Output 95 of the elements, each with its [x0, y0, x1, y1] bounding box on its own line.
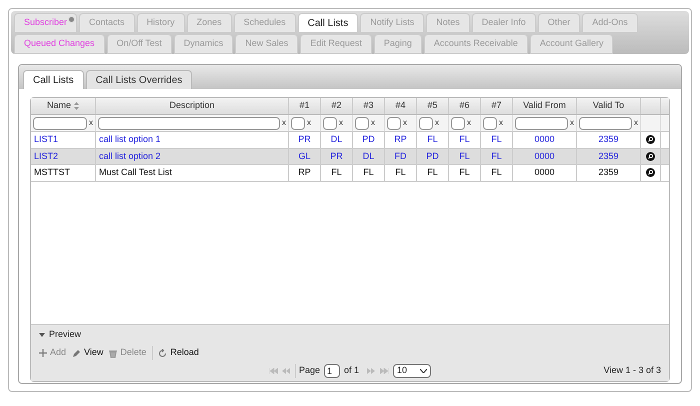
- filter-field[interactable]: [98, 116, 280, 130]
- clear-filter-button[interactable]: x: [307, 117, 311, 129]
- table-cell-text: PR: [330, 150, 343, 162]
- filter-field[interactable]: [291, 116, 305, 130]
- clear-filter-button[interactable]: x: [89, 117, 93, 129]
- search-icon[interactable]: [646, 152, 655, 161]
- tab[interactable]: Call Lists Overrides: [86, 70, 192, 89]
- table-cell-text: PD: [426, 150, 439, 162]
- table-cell-text: FL: [331, 166, 342, 179]
- clear-filter-button[interactable]: x: [403, 117, 407, 129]
- filter-field[interactable]: [355, 116, 369, 130]
- table-cell-text: FL: [427, 166, 438, 179]
- table-cell-text: 2359: [598, 133, 619, 146]
- search-icon[interactable]: [646, 135, 655, 144]
- tab[interactable]: Call Lists: [298, 13, 358, 33]
- caret-icon: [39, 333, 45, 337]
- clear-filter-button[interactable]: x: [634, 117, 638, 129]
- toolbar-button[interactable]: Reload: [152, 346, 199, 360]
- table-cell-text: FL: [363, 166, 374, 179]
- previous-page-icon[interactable]: [282, 368, 291, 374]
- filter-field[interactable]: [323, 116, 337, 130]
- table-cell-text: 2359: [598, 166, 619, 179]
- filter-field[interactable]: [387, 116, 401, 130]
- column-header[interactable]: #2: [331, 99, 342, 113]
- page-label: Page: [294, 364, 320, 378]
- table-cell-text: FL: [491, 150, 502, 162]
- clear-filter-button[interactable]: x: [499, 117, 503, 129]
- table-cell-text: MSTTST: [34, 166, 70, 179]
- column-header[interactable]: #4: [395, 99, 406, 113]
- chevron-icon: [420, 369, 428, 373]
- filter-field[interactable]: [483, 116, 497, 130]
- clear-filter-button[interactable]: x: [467, 117, 471, 129]
- preview-toggle[interactable]: Preview: [31, 325, 669, 345]
- column-header[interactable]: Valid From: [523, 99, 566, 113]
- records-summary: View 1 - 3 of 3: [604, 364, 661, 378]
- table-cell-text: call list option 1: [99, 133, 161, 146]
- table-cell-text: DL: [362, 150, 374, 162]
- page-count: of 1: [344, 364, 360, 378]
- table-cell-text: 0000: [534, 150, 555, 162]
- page-field[interactable]: 1: [324, 364, 340, 378]
- next-page-icon[interactable]: [367, 368, 376, 374]
- table-row[interactable]: LIST1 call list option 1 PR DL PD RP FL FL FL 0000 2359: [31, 132, 669, 148]
- filter-field[interactable]: [579, 116, 632, 130]
- plus-icon: [39, 349, 47, 357]
- table-cell-text: FL: [427, 133, 438, 146]
- column-header[interactable]: #7: [491, 99, 502, 113]
- clear-filter-button[interactable]: x: [371, 117, 375, 129]
- table-cell-text: FL: [459, 150, 470, 162]
- table-cell: call list option 2: [99, 150, 161, 163]
- clear-filter-button[interactable]: x: [282, 117, 286, 129]
- table-cell-text: LIST1: [34, 133, 58, 146]
- table-cell-text: 2359: [598, 150, 619, 162]
- clear-filter-button[interactable]: x: [435, 117, 439, 129]
- reload-icon: [158, 348, 168, 358]
- filter-field[interactable]: [419, 116, 433, 130]
- column-header[interactable]: #3: [363, 99, 374, 113]
- column-header[interactable]: Name: [46, 99, 79, 113]
- table-cell-text: DL: [330, 133, 342, 146]
- table-cell-text: FD: [394, 150, 406, 162]
- filter-field[interactable]: [515, 116, 568, 130]
- tab[interactable]: Call Lists: [23, 70, 84, 89]
- filter-field[interactable]: [451, 116, 465, 130]
- table-cell-text: FL: [395, 166, 406, 179]
- search-icon[interactable]: [646, 168, 655, 178]
- column-header[interactable]: #6: [459, 99, 470, 113]
- table-cell-text: PR: [298, 133, 311, 146]
- table-cell-text: Must Call Test List: [99, 166, 172, 179]
- table-cell-text: FL: [491, 133, 502, 146]
- clear-filter-button[interactable]: x: [570, 117, 574, 129]
- table-cell-text: FL: [491, 166, 502, 179]
- sort-icon: [74, 102, 79, 110]
- pencil-icon: [72, 348, 82, 358]
- table-cell-text: FL: [459, 166, 470, 179]
- column-header[interactable]: Valid To: [592, 99, 624, 113]
- first-page-icon[interactable]: [268, 368, 278, 374]
- table-cell-text: RP: [394, 133, 407, 146]
- table-cell-text: PD: [362, 133, 375, 146]
- filter-field[interactable]: [33, 116, 87, 130]
- table-cell-text: RP: [298, 166, 311, 179]
- table-cell-text: 0000: [534, 133, 555, 146]
- table-cell-text: 0000: [534, 166, 555, 179]
- last-page-icon[interactable]: [380, 368, 390, 374]
- column-header[interactable]: #1: [299, 99, 310, 113]
- trash-icon: [109, 348, 118, 358]
- toolbar-button[interactable]: View: [72, 346, 104, 360]
- clear-filter-button[interactable]: x: [339, 117, 343, 129]
- table-cell-text: FL: [459, 133, 470, 146]
- table-row[interactable]: LIST2 call list option 2 GL PR DL FD PD FL FL 0000 2359: [31, 148, 669, 165]
- column-header[interactable]: Description: [169, 99, 215, 113]
- column-header[interactable]: #5: [427, 99, 438, 113]
- table-cell-text: GL: [298, 150, 310, 162]
- table-row[interactable]: MSTTST Must Call Test List RP FL FL FL FL FL FL 0000 2359: [31, 165, 669, 182]
- page-size-select[interactable]: 10: [393, 364, 432, 378]
- info-icon[interactable]: [68, 16, 76, 23]
- table-cell-text: LIST2: [34, 150, 58, 162]
